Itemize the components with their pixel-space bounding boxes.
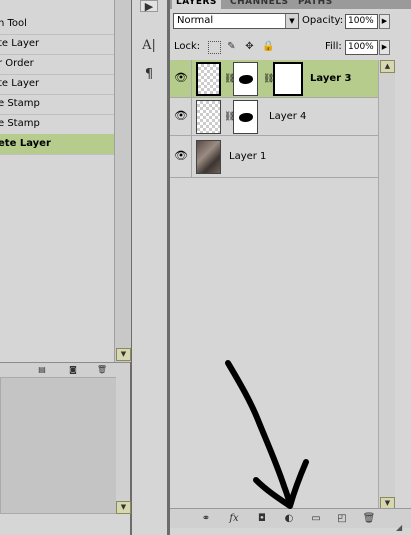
- scroll-up-arrow-icon[interactable]: ▲: [380, 60, 395, 73]
- play-icon[interactable]: ▶: [140, 0, 158, 13]
- opacity-label: Opacity:: [302, 15, 344, 26]
- blend-mode-value: Normal: [177, 15, 214, 26]
- history-bottom-bar: ▤ ◙ 🗑: [0, 363, 130, 378]
- layers-panel: LAYERS CHANNELS PATHS Normal ▼ Opacity: …: [170, 0, 411, 535]
- new-snapshot-icon[interactable]: ◙: [67, 365, 79, 375]
- layer-mask-thumbnail[interactable]: [233, 100, 258, 134]
- scroll-down-arrow-icon[interactable]: ▼: [116, 348, 131, 361]
- blend-mode-select[interactable]: Normal ▼: [173, 13, 299, 29]
- layer-thumbnail: [196, 140, 221, 174]
- new-layer-icon[interactable]: ◰: [334, 512, 350, 525]
- eye-icon[interactable]: 👁: [173, 71, 189, 85]
- layer-thumbnail: [196, 62, 221, 96]
- scroll-down-arrow-icon[interactable]: ▼: [116, 501, 131, 514]
- layer-row-layer-4[interactable]: 👁 ⛓ Layer 4: [170, 98, 378, 136]
- history-item[interactable]: e Stamp: [0, 94, 114, 115]
- link-icon[interactable]: ⛓: [224, 73, 235, 85]
- layer-mask-thumbnail[interactable]: [233, 62, 258, 96]
- new-group-icon[interactable]: ▭: [308, 512, 324, 525]
- opacity-input[interactable]: 100%: [345, 14, 378, 29]
- add-mask-icon[interactable]: ◘: [254, 512, 270, 525]
- layer-style-icon[interactable]: fx: [226, 512, 242, 525]
- vector-mask-thumbnail[interactable]: [273, 62, 303, 96]
- visibility-cell: 👁: [170, 98, 192, 135]
- fill-slider-toggle-icon[interactable]: ▶: [379, 40, 390, 55]
- link-icon[interactable]: ⛓: [263, 73, 274, 85]
- history-item[interactable]: h Tool: [0, 14, 114, 35]
- layers-scrollbar[interactable]: ▲ ▼: [378, 60, 395, 513]
- history-item-active[interactable]: ete Layer: [0, 134, 114, 155]
- tab-layers[interactable]: LAYERS: [172, 0, 221, 9]
- history-item[interactable]: te Layer: [0, 74, 114, 95]
- chevron-down-icon[interactable]: ▼: [285, 14, 298, 28]
- adjustment-layer-icon[interactable]: ◐: [281, 512, 297, 525]
- lock-label: Lock:: [174, 41, 201, 52]
- opacity-slider-toggle-icon[interactable]: ▶: [379, 14, 390, 29]
- delete-state-icon[interactable]: 🗑: [96, 365, 108, 375]
- panel-dock-strip: ▶ A| ¶: [132, 0, 167, 535]
- tab-channels[interactable]: CHANNELS: [226, 0, 293, 9]
- layers-bottom-bar: ⚭ fx ◘ ◐ ▭ ◰ 🗑: [170, 508, 411, 528]
- history-item[interactable]: te Layer: [0, 34, 114, 55]
- lower-panel-area: [0, 377, 118, 514]
- tab-paths[interactable]: PATHS: [294, 0, 337, 9]
- layer-name[interactable]: Layer 3: [310, 60, 351, 98]
- eye-icon[interactable]: 👁: [173, 109, 189, 123]
- lock-all-icon[interactable]: 🔒: [262, 41, 274, 52]
- history-scrollbar[interactable]: ▼: [114, 0, 131, 362]
- lock-position-icon[interactable]: ✥: [244, 41, 255, 52]
- history-item[interactable]: e Stamp: [0, 114, 114, 135]
- fill-label: Fill:: [325, 41, 342, 52]
- lower-panel-scrollbar[interactable]: ▼: [116, 377, 131, 514]
- layer-row-layer-1[interactable]: 👁 Layer 1: [170, 136, 378, 178]
- layer-name[interactable]: Layer 4: [269, 98, 306, 136]
- panel-tab-bar: LAYERS CHANNELS PATHS: [170, 0, 411, 9]
- resize-grip-icon[interactable]: ◢: [396, 523, 406, 533]
- visibility-cell: 👁: [170, 60, 192, 97]
- lock-image-pixels-icon[interactable]: ✎: [226, 41, 237, 52]
- layer-row-layer-3[interactable]: 👁 ⛓ ⛓ Layer 3: [170, 60, 378, 98]
- link-layers-icon[interactable]: ⚭: [198, 512, 214, 525]
- link-icon[interactable]: ⛓: [224, 111, 235, 123]
- paragraph-icon[interactable]: ¶: [140, 67, 158, 83]
- new-document-from-state-icon[interactable]: ▤: [36, 365, 48, 375]
- history-panel: h Tool te Layer r Order te Layer e Stamp…: [0, 0, 131, 535]
- history-item[interactable]: r Order: [0, 54, 114, 75]
- eye-icon[interactable]: 👁: [173, 149, 189, 163]
- character-icon[interactable]: A|: [140, 38, 158, 54]
- lock-transparent-pixels-icon[interactable]: [208, 41, 221, 54]
- layer-thumbnail: [196, 100, 221, 134]
- delete-layer-icon[interactable]: 🗑: [361, 512, 377, 525]
- visibility-cell: 👁: [170, 136, 192, 177]
- layer-name[interactable]: Layer 1: [229, 136, 266, 178]
- fill-input[interactable]: 100%: [345, 40, 378, 55]
